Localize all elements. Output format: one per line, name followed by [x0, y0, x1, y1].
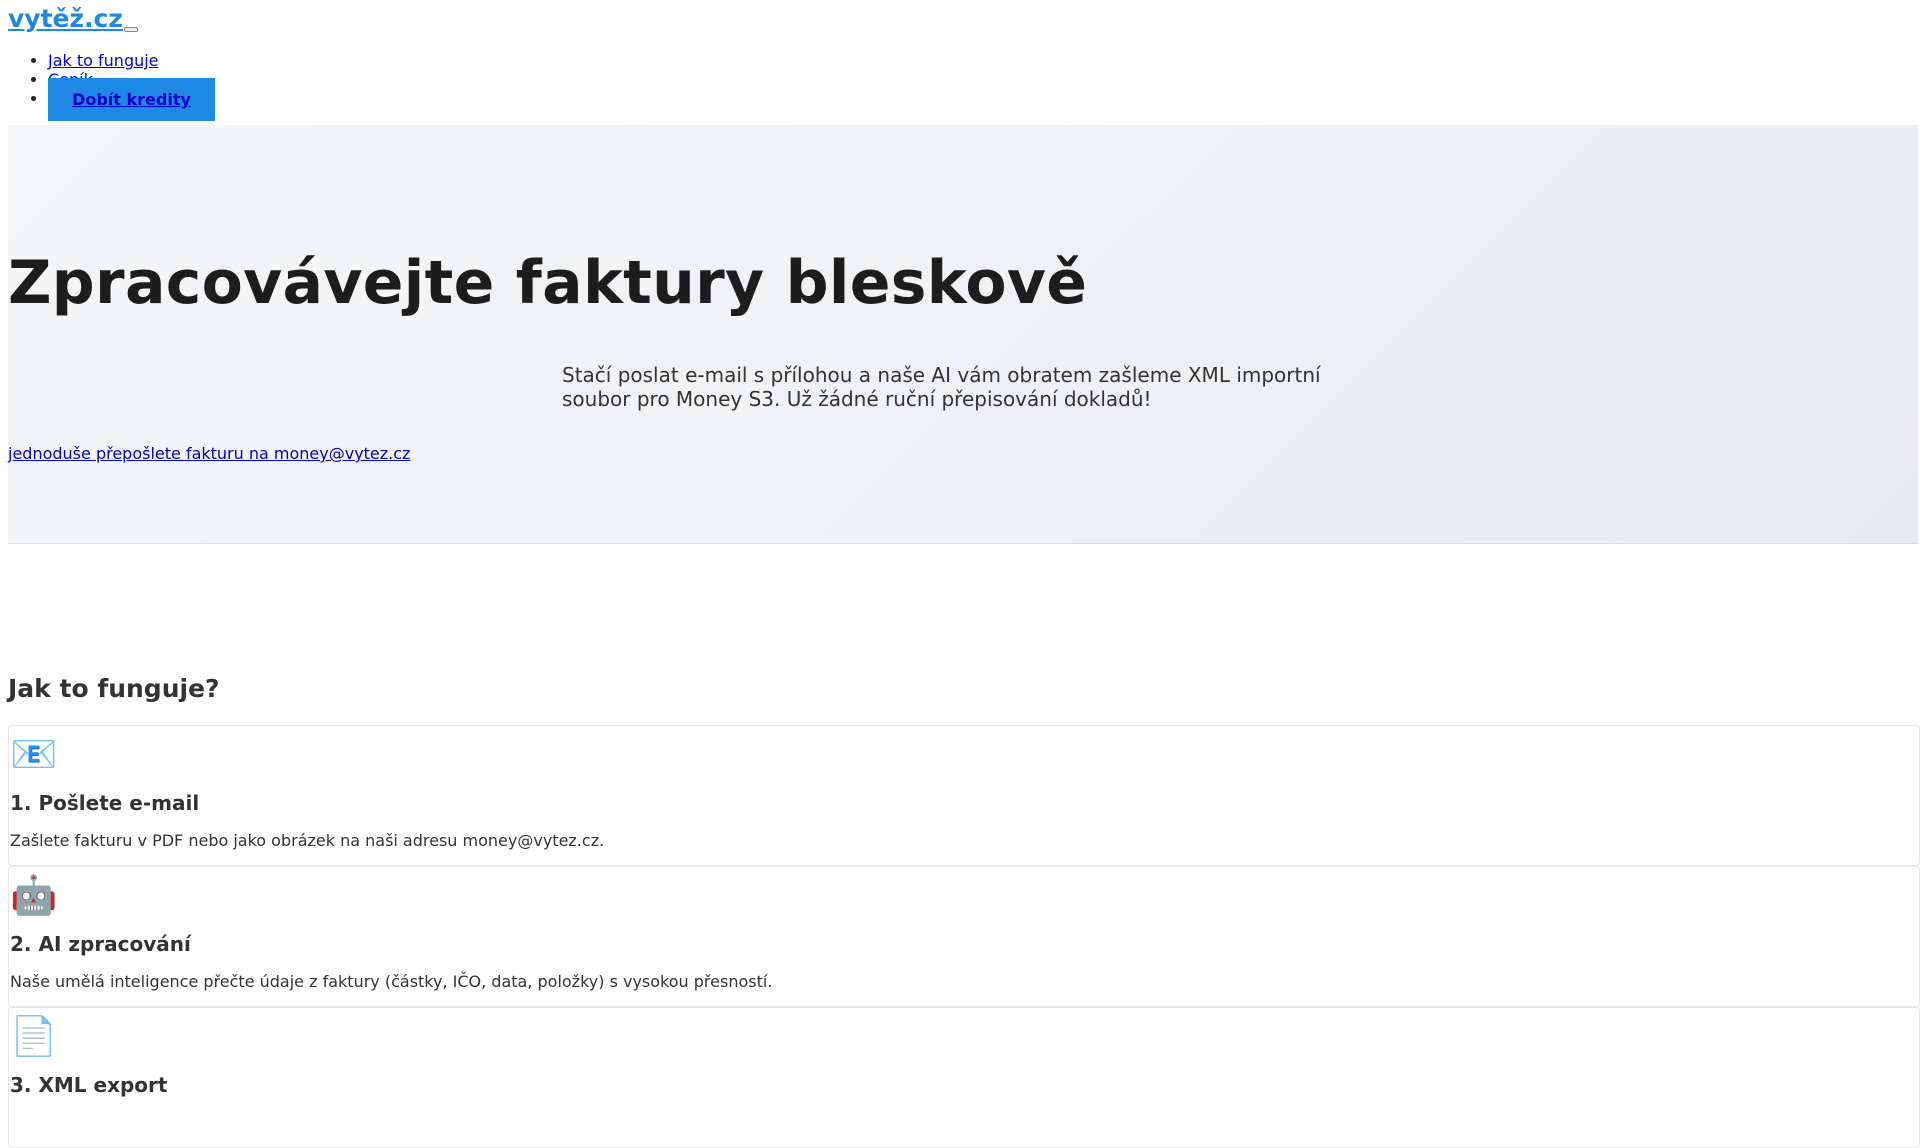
step-card-ai: 🤖 2. AI zpracování Naše umělá inteligenc…: [8, 866, 1920, 1007]
logo-link[interactable]: vytěž.cz: [8, 4, 123, 33]
hero-title: Zpracovávejte faktury bleskově: [8, 248, 1088, 318]
step-title: 2. AI zpracování: [10, 932, 191, 956]
step-title: 1. Pošlete e-mail: [10, 791, 200, 815]
how-it-works-title: Jak to funguje?: [8, 674, 220, 703]
step-text: Naše umělá inteligence přečte údaje z fa…: [10, 972, 773, 991]
email-icon: 📧: [10, 732, 58, 776]
hero-email-link[interactable]: jednoduše přepošlete fakturu na money@vy…: [8, 444, 410, 463]
steps-list: 📧 1. Pošlete e-mail Zašlete fakturu v PD…: [8, 725, 1920, 1148]
step-text: Zašlete fakturu v PDF nebo jako obrázek …: [10, 831, 605, 850]
top-up-credits-button[interactable]: Dobít kredity: [48, 78, 215, 121]
hero-section: Zpracovávejte faktury bleskově Stačí pos…: [8, 125, 1918, 544]
step-title: 3. XML export: [10, 1073, 168, 1097]
hero-subtitle: Stačí poslat e-mail s přílohou a naše AI…: [562, 363, 1321, 411]
menu-toggle-button[interactable]: [124, 27, 138, 32]
document-icon: 📄: [10, 1014, 58, 1058]
step-card-email: 📧 1. Pošlete e-mail Zašlete fakturu v PD…: [8, 725, 1920, 866]
nav-link-how[interactable]: Jak to funguje: [48, 51, 159, 70]
robot-icon: 🤖: [10, 873, 58, 917]
step-card-xml: 📄 3. XML export: [8, 1007, 1920, 1148]
nav-item-how: Jak to funguje: [48, 51, 159, 70]
